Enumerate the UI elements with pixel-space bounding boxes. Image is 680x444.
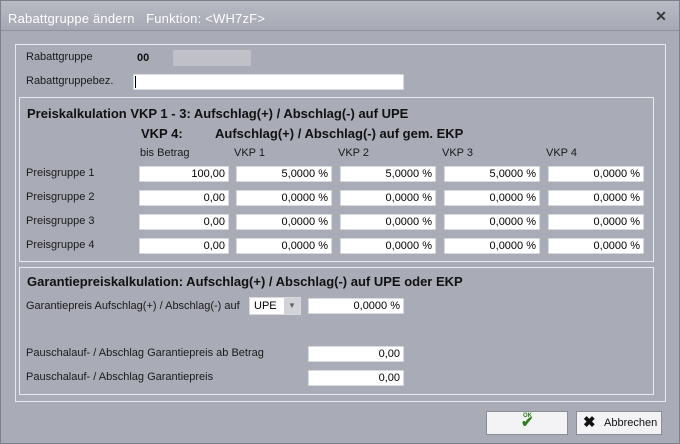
col-header-vkp4: VKP 4 bbox=[546, 147, 577, 159]
text-caret bbox=[135, 76, 136, 88]
ok-button[interactable]: ✔ OK bbox=[486, 411, 568, 435]
vkp3-input[interactable]: 5,0000 % bbox=[444, 166, 540, 182]
vkp4-heading: Aufschlag(+) / Abschlag(-) auf gem. EKP bbox=[215, 126, 464, 141]
vkp4-input[interactable]: 0,0000 % bbox=[548, 214, 644, 230]
vkp3-input[interactable]: 0,0000 % bbox=[444, 214, 540, 230]
basis-select-value: UPE bbox=[254, 300, 277, 312]
preiskalkulation-heading: Preiskalkulation VKP 1 - 3: Aufschlag(+)… bbox=[27, 106, 409, 121]
bis-betrag-input[interactable]: 0,00 bbox=[139, 238, 229, 254]
bezeichnung-input[interactable] bbox=[133, 74, 404, 90]
vkp4-prefix: VKP 4: bbox=[141, 126, 183, 141]
cancel-button[interactable]: ✖ Abbrechen bbox=[576, 411, 662, 435]
vkp3-input[interactable]: 0,0000 % bbox=[444, 238, 540, 254]
dialog-window: Rabattgruppe ändern Funktion: <WH7zF> ✕ … bbox=[0, 0, 680, 444]
vkp2-input[interactable]: 0,0000 % bbox=[340, 214, 436, 230]
title-bar[interactable]: Rabattgruppe ändern Funktion: <WH7zF> ✕ bbox=[1, 1, 679, 31]
x-icon: ✖ bbox=[583, 414, 596, 431]
bezeichnung-label: Rabattgruppebez. bbox=[26, 75, 114, 87]
cancel-label: Abbrechen bbox=[604, 417, 658, 429]
garantie-heading: Garantiepreiskalkulation: Aufschlag(+) /… bbox=[27, 274, 463, 289]
function-label: Funktion: bbox=[146, 11, 202, 26]
bis-betrag-input[interactable]: 0,00 bbox=[139, 214, 229, 230]
ok-label: OK bbox=[523, 413, 532, 419]
vkp4-input[interactable]: 0,0000 % bbox=[548, 190, 644, 206]
vkp4-input[interactable]: 0,0000 % bbox=[548, 166, 644, 182]
pauschal-ab-label: Pauschalauf- / Abschlag Garantiepreis ab… bbox=[26, 347, 264, 359]
pauschal-label: Pauschalauf- / Abschlag Garantiepreis bbox=[26, 371, 214, 383]
bis-betrag-input[interactable]: 100,00 bbox=[139, 166, 229, 182]
pauschal-ab-input[interactable]: 0,00 bbox=[308, 346, 404, 362]
function-code: <WH7zF> bbox=[205, 11, 266, 26]
preisgruppe-label: Preisgruppe 2 bbox=[26, 191, 95, 203]
col-header-vkp2: VKP 2 bbox=[338, 147, 369, 159]
bis-betrag-input[interactable]: 0,00 bbox=[139, 190, 229, 206]
pauschal-input[interactable]: 0,00 bbox=[308, 370, 404, 386]
close-icon[interactable]: ✕ bbox=[653, 8, 669, 24]
window-title-text: Rabattgruppe ändern bbox=[8, 11, 135, 26]
chevron-down-icon[interactable]: ▼ bbox=[284, 298, 300, 314]
preisgruppe-label: Preisgruppe 4 bbox=[26, 239, 95, 251]
vkp1-input[interactable]: 0,0000 % bbox=[236, 238, 332, 254]
preisgruppe-label: Preisgruppe 1 bbox=[26, 167, 95, 179]
basis-select[interactable]: UPE ▼ bbox=[249, 297, 301, 315]
preisgruppe-label: Preisgruppe 3 bbox=[26, 215, 95, 227]
col-header-vkp1: VKP 1 bbox=[234, 147, 265, 159]
vkp4-input[interactable]: 0,0000 % bbox=[548, 238, 644, 254]
col-header-bis-betrag: bis Betrag bbox=[140, 147, 190, 159]
col-header-vkp3: VKP 3 bbox=[442, 147, 473, 159]
rabattgruppe-bar bbox=[173, 50, 251, 66]
vkp2-input[interactable]: 5,0000 % bbox=[340, 166, 436, 182]
vkp3-input[interactable]: 0,0000 % bbox=[444, 190, 540, 206]
window-title: Rabattgruppe ändern Funktion: <WH7zF> bbox=[8, 11, 265, 26]
vkp1-input[interactable]: 5,0000 % bbox=[236, 166, 332, 182]
rabattgruppe-label: Rabattgruppe bbox=[26, 51, 93, 63]
garantie-aufschlag-label: Garantiepreis Aufschlag(+) / Abschlag(-)… bbox=[26, 300, 240, 312]
vkp2-input[interactable]: 0,0000 % bbox=[340, 190, 436, 206]
garantie-aufschlag-input[interactable]: 0,0000 % bbox=[308, 298, 404, 314]
vkp1-input[interactable]: 0,0000 % bbox=[236, 190, 332, 206]
vkp1-input[interactable]: 0,0000 % bbox=[236, 214, 332, 230]
vkp2-input[interactable]: 0,0000 % bbox=[340, 238, 436, 254]
rabattgruppe-value: 00 bbox=[137, 52, 150, 64]
